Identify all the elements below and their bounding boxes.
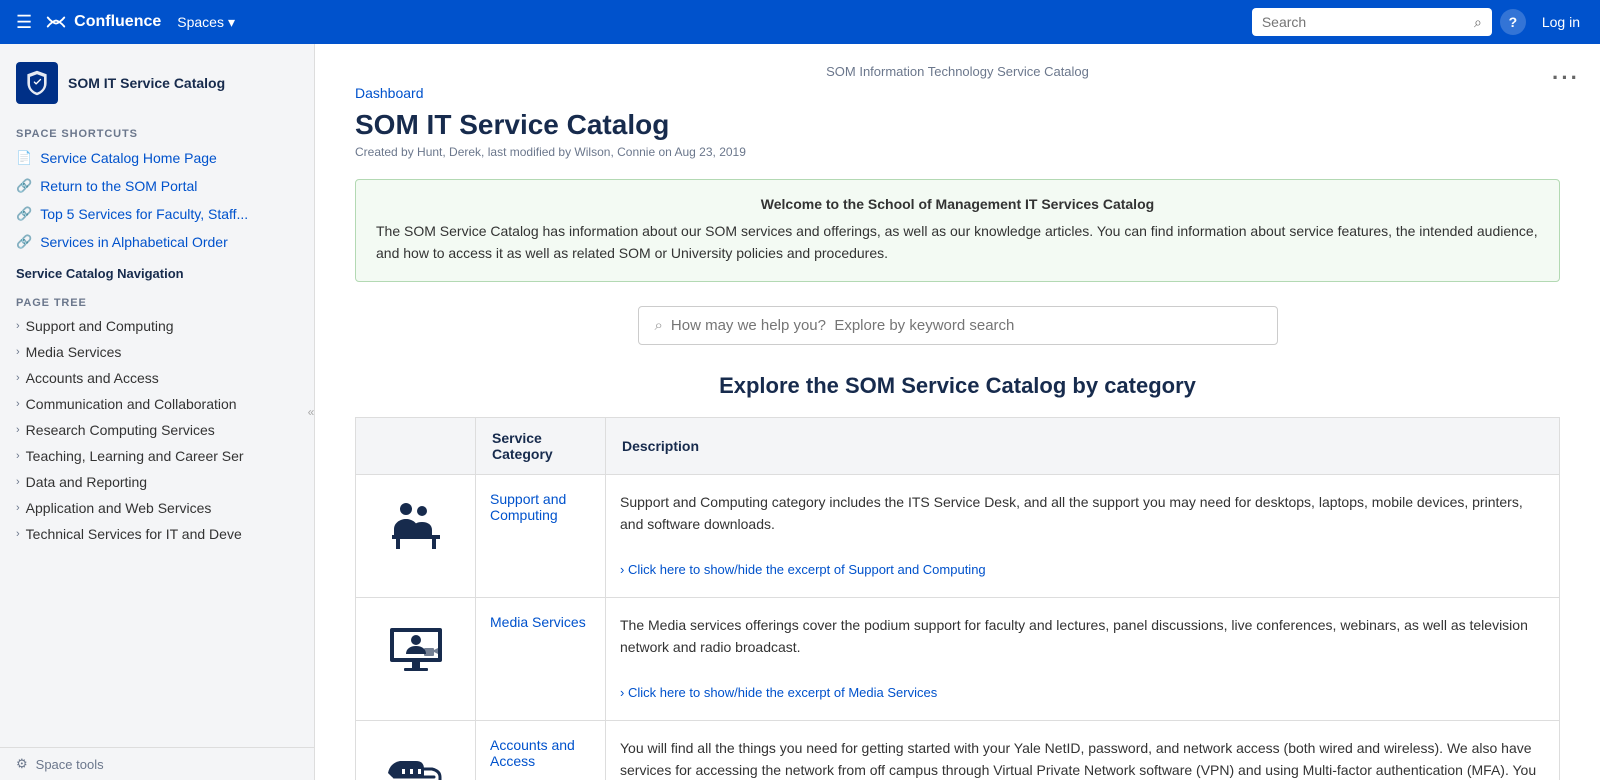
support-desc-cell: Support and Computing category includes …	[606, 474, 1560, 597]
accounts-link-cell: Accounts and Access	[476, 720, 606, 780]
explore-title: Explore the SOM Service Catalog by categ…	[355, 373, 1560, 399]
sidebar: SOM IT Service Catalog SPACE SHORTCUTS 📄…	[0, 44, 315, 780]
support-link-cell: Support and Computing	[476, 474, 606, 597]
breadcrumb[interactable]: Dashboard	[355, 85, 1560, 101]
accounts-desc-cell: You will find all the things you need fo…	[606, 720, 1560, 780]
sidebar-item-return[interactable]: 🔗 Return to the SOM Portal	[0, 172, 314, 200]
search-icon-inner: ⌕	[655, 317, 663, 334]
sidebar-header: SOM IT Service Catalog	[0, 44, 314, 118]
media-icon-cell	[356, 597, 476, 720]
tree-item-accounts[interactable]: › Accounts and Access	[0, 365, 314, 391]
welcome-body: The SOM Service Catalog has information …	[376, 220, 1539, 265]
chevron-icon: ›	[16, 476, 20, 488]
welcome-title: Welcome to the School of Management IT S…	[376, 196, 1539, 212]
search-icon: ⌕	[1474, 14, 1482, 31]
space-icon	[16, 62, 58, 104]
shortcuts-label: SPACE SHORTCUTS	[0, 118, 314, 144]
gear-icon: ⚙	[16, 756, 28, 772]
chevron-icon: ›	[16, 450, 20, 462]
page-icon: 📄	[16, 150, 32, 166]
spaces-button[interactable]: Spaces ▾	[169, 8, 243, 37]
tree-item-research[interactable]: › Research Computing Services	[0, 417, 314, 443]
col-category-header: Service Category	[476, 417, 606, 474]
main-search-input[interactable]	[671, 317, 1261, 334]
nav-title: Service Catalog Navigation	[0, 256, 314, 287]
media-desc-cell: The Media services offerings cover the p…	[606, 597, 1560, 720]
sidebar-resize-handle[interactable]	[308, 44, 314, 780]
tree-item-comms[interactable]: › Communication and Collaboration	[0, 391, 314, 417]
hamburger-menu[interactable]: ☰	[12, 8, 36, 37]
space-header: SOM Information Technology Service Catal…	[355, 64, 1560, 79]
link-icon: 🔗	[16, 178, 32, 194]
welcome-box: Welcome to the School of Management IT S…	[355, 179, 1560, 282]
page-meta: Created by Hunt, Derek, last modified by…	[355, 145, 1560, 159]
space-title: SOM IT Service Catalog	[68, 75, 225, 91]
search-wrap: ⌕	[1252, 8, 1492, 36]
main-content: SOM Information Technology Service Catal…	[315, 44, 1600, 780]
tree-item-app[interactable]: › Application and Web Services	[0, 495, 314, 521]
page-title: SOM IT Service Catalog	[355, 109, 1560, 141]
more-options-button[interactable]: ···	[1552, 65, 1580, 91]
col-description-header: Description	[606, 417, 1560, 474]
support-expand-link[interactable]: Click here to show/hide the excerpt of S…	[620, 562, 986, 577]
accounts-icon-cell	[356, 720, 476, 780]
col-icon-header	[356, 417, 476, 474]
accounts-link[interactable]: Accounts and Access	[490, 737, 575, 769]
chevron-icon: ›	[16, 502, 20, 514]
media-link-cell: Media Services	[476, 597, 606, 720]
chevron-icon: ›	[16, 424, 20, 436]
media-link[interactable]: Media Services	[490, 614, 586, 630]
table-row-media: Media Services The Media services offeri…	[356, 597, 1560, 720]
tree-item-tech[interactable]: › Technical Services for IT and Deve	[0, 521, 314, 547]
help-button[interactable]: ?	[1500, 9, 1526, 35]
sidebar-footer[interactable]: ⚙ Space tools	[0, 747, 314, 780]
sidebar-item-top5[interactable]: 🔗 Top 5 Services for Faculty, Staff...	[0, 200, 314, 228]
main-search-bar: ⌕	[638, 306, 1278, 345]
chevron-icon: ›	[16, 372, 20, 384]
tree-item-support[interactable]: › Support and Computing	[0, 313, 314, 339]
support-icon-cell	[356, 474, 476, 597]
main-layout: SOM IT Service Catalog SPACE SHORTCUTS 📄…	[0, 44, 1600, 780]
top-navigation: ☰ Confluence Spaces ▾ ⌕ ? Log in	[0, 0, 1600, 44]
search-input[interactable]	[1252, 8, 1492, 36]
main-search-wrap: ⌕	[355, 306, 1560, 345]
link-icon-2: 🔗	[16, 206, 32, 222]
media-expand-link[interactable]: Click here to show/hide the excerpt of M…	[620, 685, 937, 700]
page-title-area: SOM IT Service Catalog Created by Hunt, …	[355, 109, 1560, 159]
tree-item-teaching[interactable]: › Teaching, Learning and Career Ser	[0, 443, 314, 469]
tree-item-data[interactable]: › Data and Reporting	[0, 469, 314, 495]
table-row-accounts: Accounts and Access You will find all th…	[356, 720, 1560, 780]
tree-label: PAGE TREE	[0, 287, 314, 313]
confluence-logo[interactable]: Confluence	[44, 10, 161, 34]
chevron-icon: ›	[16, 528, 20, 540]
tree-item-media[interactable]: › Media Services	[0, 339, 314, 365]
chevron-icon: ›	[16, 346, 20, 358]
login-button[interactable]: Log in	[1534, 8, 1588, 36]
table-row-support: Support and Computing Support and Comput…	[356, 474, 1560, 597]
sidebar-item-home[interactable]: 📄 Service Catalog Home Page	[0, 144, 314, 172]
chevron-icon: ›	[16, 398, 20, 410]
sidebar-item-alpha[interactable]: 🔗 Services in Alphabetical Order	[0, 228, 314, 256]
support-link[interactable]: Support and Computing	[490, 491, 566, 523]
chevron-icon: ›	[16, 320, 20, 332]
link-icon-3: 🔗	[16, 234, 32, 250]
catalog-table: Service Category Description	[355, 417, 1560, 780]
